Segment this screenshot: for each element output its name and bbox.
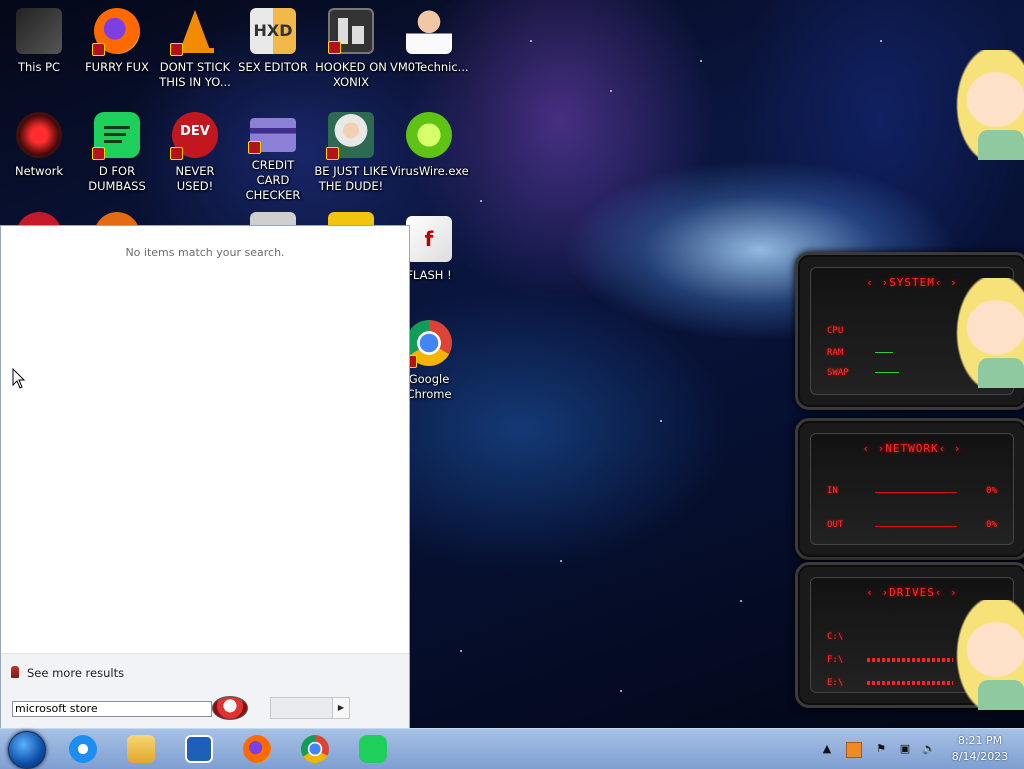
devcpp-icon: DEV xyxy=(170,112,218,160)
desktop-icon-label: DONT STICK THIS IN YO... xyxy=(159,60,231,89)
firefox-icon xyxy=(243,735,271,763)
see-more-label: See more results xyxy=(27,666,125,680)
desktop-icon-label: HOOKED ON XONIX xyxy=(315,60,387,89)
limewire-icon xyxy=(406,112,452,158)
taskbar-mail[interactable] xyxy=(182,733,216,765)
network-out-row: OUT 0% xyxy=(827,520,997,530)
shield-badge-icon xyxy=(326,147,339,160)
chrome-icon xyxy=(301,735,329,763)
hxd-editor-icon: HXD xyxy=(250,8,296,54)
gadget-title: DRIVES xyxy=(811,586,1013,599)
desktop-icon-label: NEVER USED! xyxy=(175,164,215,193)
shield-badge-icon xyxy=(170,147,183,160)
desktop-icon-hooked-on-xonix[interactable]: HOOKED ON XONIX xyxy=(312,8,390,90)
shutdown-options-arrow[interactable]: ▶ xyxy=(332,697,350,719)
vlc-cone-icon xyxy=(170,8,218,56)
desktop-icon-this-pc[interactable]: This PC xyxy=(0,8,78,75)
network-in-row: IN 0% xyxy=(827,486,997,496)
clock-date: 8/14/2023 xyxy=(951,750,1009,763)
green-notes-icon xyxy=(92,112,140,160)
desktop-icon-vm0technic[interactable]: VM0Technic... xyxy=(390,8,469,75)
shield-badge-icon xyxy=(92,147,105,160)
taskbar-chrome[interactable] xyxy=(298,733,332,765)
taskbar-file-explorer[interactable] xyxy=(124,733,158,765)
desktop-icon-d-for-dumbass[interactable]: D FOR DUMBASS xyxy=(78,112,156,194)
xonix-game-icon xyxy=(328,8,374,54)
taskbar-clock[interactable]: 8:21 PM 8/14/2023 xyxy=(940,733,1020,765)
desktop-icon-label: BE JUST LIKE THE DUDE! xyxy=(314,164,388,193)
santa-face-icon xyxy=(326,112,374,160)
desktop-icon-never-used[interactable]: DEV NEVER USED! xyxy=(156,112,234,194)
desktop-icon-label: FURRY FUX xyxy=(85,60,149,74)
start-menu: No items match your search. See more res… xyxy=(0,225,410,729)
anime-character-decoration xyxy=(954,50,1024,160)
anime-character-decoration xyxy=(954,600,1024,710)
desktop-icon-dont-stick[interactable]: DONT STICK THIS IN YO... xyxy=(156,8,234,90)
taskbar: ▲ ⚑ ▣ 🔈 8:21 PM 8/14/2023 xyxy=(0,728,1024,769)
show-hidden-icons-arrow[interactable]: ▲ xyxy=(820,742,834,756)
start-search-input[interactable]: microsoft store xyxy=(12,701,212,717)
gadget-title: NETWORK xyxy=(811,442,1013,455)
desktop-icon-label: Network xyxy=(14,164,64,178)
shield-badge-icon xyxy=(170,43,183,56)
computer-icon xyxy=(16,8,62,54)
firefox-icon xyxy=(92,8,140,56)
flash-player-icon: f xyxy=(406,216,452,262)
internet-explorer-icon xyxy=(69,735,97,763)
shield-badge-icon xyxy=(328,41,341,54)
network-tray-icon[interactable]: ▣ xyxy=(898,742,912,756)
anime-character-decoration xyxy=(954,278,1024,388)
action-center-flag-icon[interactable]: ⚑ xyxy=(874,742,888,756)
desktop-icon-furry-fux[interactable]: FURRY FUX xyxy=(78,8,156,75)
volume-icon[interactable]: 🔈 xyxy=(922,742,936,756)
green-notes-icon xyxy=(359,735,387,763)
star-icon: ★ xyxy=(222,699,235,715)
chrome-icon xyxy=(404,320,452,368)
desktop-icon-label: VirusWire.exe xyxy=(390,164,469,178)
desktop-icon-label: D FOR DUMBASS xyxy=(88,164,146,193)
folder-icon xyxy=(127,735,155,763)
desktop-icon-be-just-like-the-dude[interactable]: BE JUST LIKE THE DUDE! xyxy=(312,112,390,194)
credit-card-icon xyxy=(248,118,296,154)
desktop-icon-viruswire[interactable]: VirusWire.exe xyxy=(390,112,469,179)
network-globe-icon xyxy=(16,112,62,158)
network-monitor-gadget[interactable]: NETWORK IN0% OUT0% xyxy=(795,418,1024,560)
taskbar-firefox[interactable] xyxy=(240,733,274,765)
taskbar-green-notes[interactable] xyxy=(356,733,390,765)
search-results-icon xyxy=(11,666,19,678)
mouse-cursor-icon xyxy=(12,368,26,389)
shield-badge-icon xyxy=(92,43,105,56)
desktop-icon-label: CREDIT CARD CHECKER xyxy=(245,158,301,202)
gadget-screen: NETWORK IN0% OUT0% xyxy=(810,433,1014,545)
shield-badge-icon xyxy=(248,141,261,154)
clock-time: 8:21 PM xyxy=(957,734,1003,747)
search-button[interactable]: ★ xyxy=(212,696,248,720)
desktop-icon-network[interactable]: Network xyxy=(0,112,78,179)
desktop-icon-credit-card-checker[interactable]: CREDIT CARD CHECKER xyxy=(234,112,312,203)
see-more-results-link[interactable]: See more results xyxy=(11,666,124,680)
desktop-icon-label: This PC xyxy=(17,60,61,74)
shutdown-button[interactable] xyxy=(270,697,336,719)
no-results-text: No items match your search. xyxy=(125,246,285,259)
doctor-avatar-icon xyxy=(406,8,452,54)
desktop-icon-label: VM0Technic... xyxy=(390,60,469,74)
tray-app-icon[interactable] xyxy=(846,742,862,758)
desktop-icon-sex-editor[interactable]: HXD SEX EDITOR xyxy=(234,8,312,75)
taskbar-internet-explorer[interactable] xyxy=(66,733,100,765)
start-orb-button[interactable] xyxy=(8,731,46,769)
mail-icon xyxy=(185,735,213,763)
desktop-icon-label: SEX EDITOR xyxy=(238,60,308,74)
